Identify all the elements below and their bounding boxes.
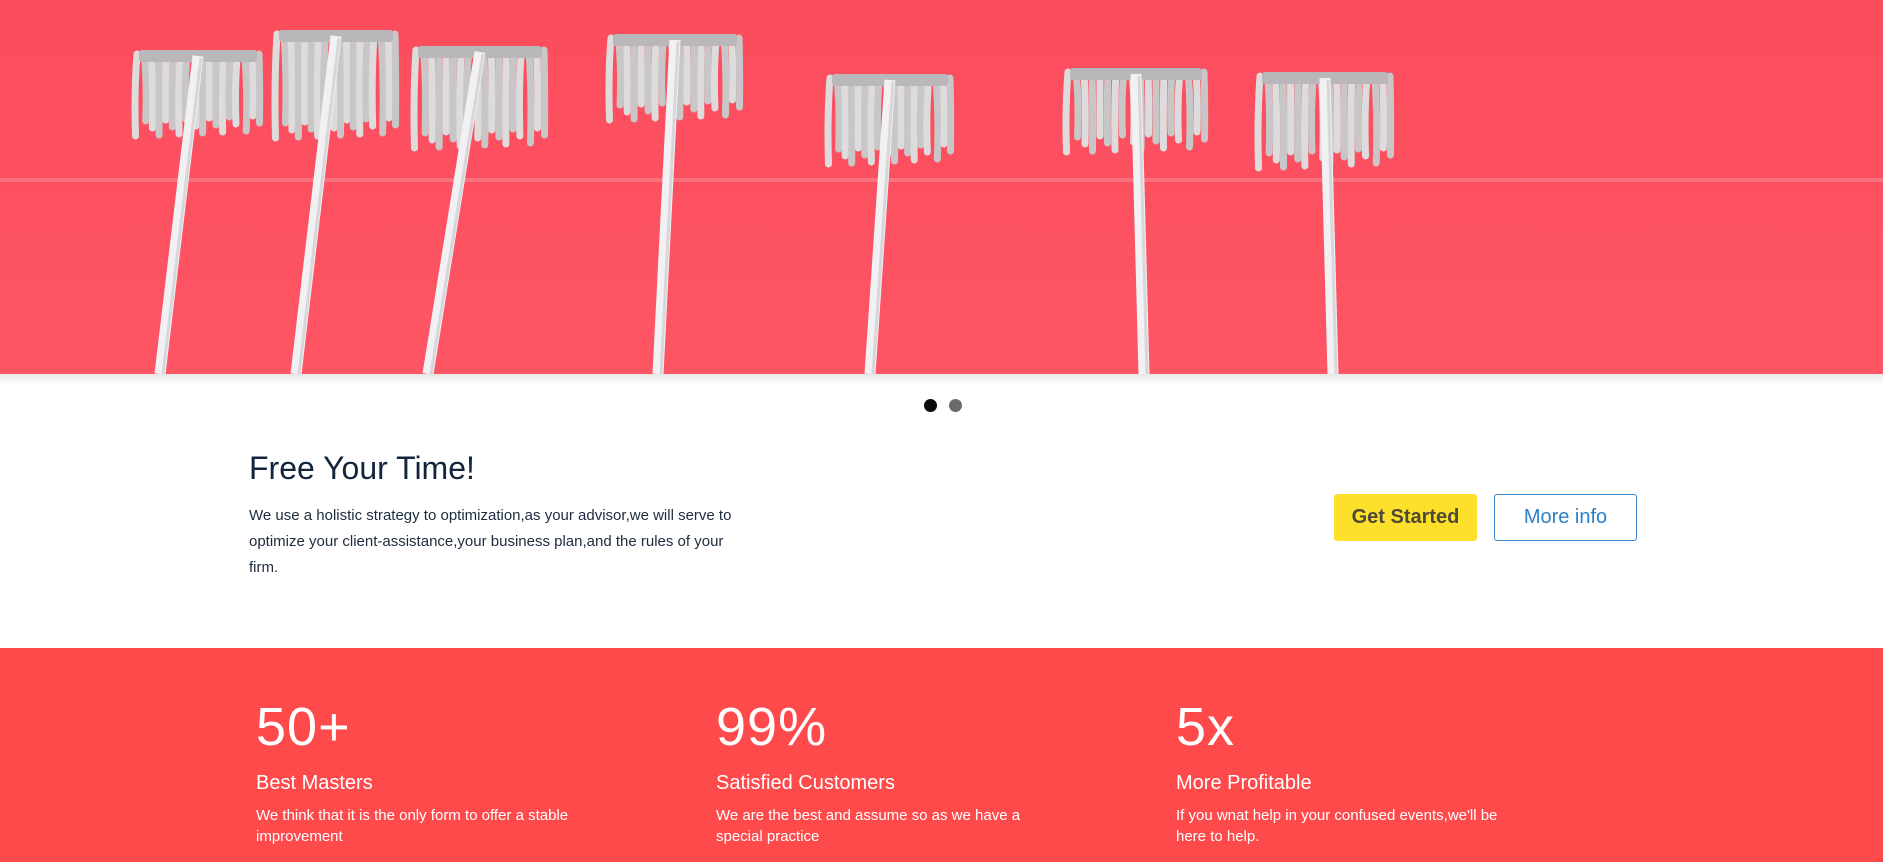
hero-image: [0, 0, 1883, 374]
mop-5: [824, 74, 955, 374]
stats-section: 50+ Best Masters We think that it is the…: [0, 648, 1883, 862]
intro-title: Free Your Time!: [249, 450, 475, 486]
mop-6: [1062, 68, 1209, 374]
stat-title: More Profitable: [1176, 772, 1312, 794]
stat-text: We are the best and assume so as we have…: [716, 807, 1021, 845]
mop-3: [410, 46, 549, 374]
more-info-button[interactable]: More info: [1494, 494, 1637, 541]
mop-4: [605, 34, 744, 374]
stat-text: If you wnat help in your confused events…: [1176, 807, 1498, 845]
hero-floor-edge: [0, 374, 1883, 384]
stat-text: We think that it is the only form to off…: [256, 807, 569, 845]
slider-pagination: [924, 399, 962, 412]
mop-2: [271, 30, 400, 374]
mop-1: [131, 50, 264, 374]
stat-number: 50+: [256, 697, 351, 757]
stat-number: 99%: [716, 697, 828, 757]
slider-dot-1[interactable]: [924, 399, 937, 412]
get-started-button[interactable]: Get Started: [1334, 494, 1477, 541]
stat-number: 5x: [1176, 697, 1236, 757]
mop-7: [1254, 72, 1395, 374]
mops-illustration: [131, 30, 1395, 374]
stat-title: Satisfied Customers: [716, 772, 895, 794]
intro-text: We use a holistic strategy to optimizati…: [249, 507, 732, 576]
slider-dot-2[interactable]: [949, 399, 962, 412]
stat-title: Best Masters: [256, 772, 373, 794]
